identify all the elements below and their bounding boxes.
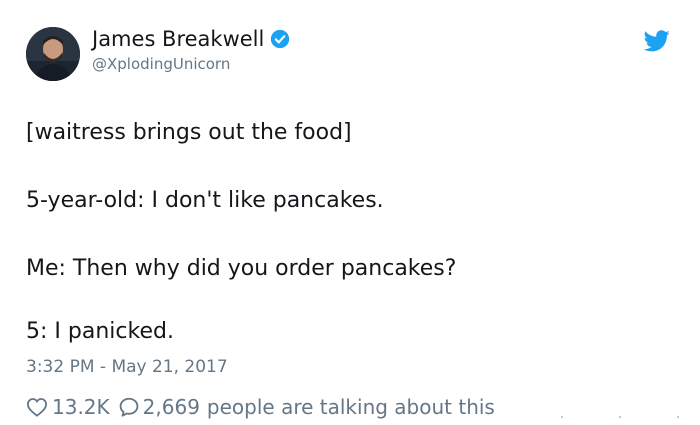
avatar[interactable] (26, 27, 80, 81)
like-button[interactable]: 13.2K (26, 395, 118, 419)
avatar-image (26, 27, 80, 81)
like-count: 13.2K (52, 395, 110, 419)
verified-badge-icon (271, 29, 290, 49)
reply-button[interactable]: 2,669 (118, 395, 200, 419)
tweet-text-line-4: 5: I panicked. (26, 319, 174, 344)
heart-icon (26, 398, 48, 417)
author-name-text[interactable]: James Breakwell (92, 27, 264, 51)
twitter-bird-icon[interactable] (644, 30, 670, 52)
bottom-divider (561, 416, 679, 418)
talking-about-link[interactable]: people are talking about this (207, 395, 495, 419)
reply-count: 2,669 (142, 395, 200, 419)
tweet-card: James Breakwell @XplodingUnicorn [waitre… (0, 0, 700, 425)
author-name[interactable]: James Breakwell (92, 26, 290, 52)
tweet-text-line-3: Me: Then why did you order pancakes? (26, 256, 457, 281)
tweet-actions: 13.2K 2,669 people are talking about thi… (26, 392, 495, 422)
speech-bubble-icon (119, 397, 139, 417)
tweet-timestamp[interactable]: 3:32 PM - May 21, 2017 (26, 356, 228, 378)
tweet-text-line-1: [waitress brings out the food] (26, 120, 352, 145)
tweet-text-line-2: 5-year-old: I don't like pancakes. (26, 188, 384, 213)
author-handle[interactable]: @XplodingUnicorn (92, 54, 230, 74)
